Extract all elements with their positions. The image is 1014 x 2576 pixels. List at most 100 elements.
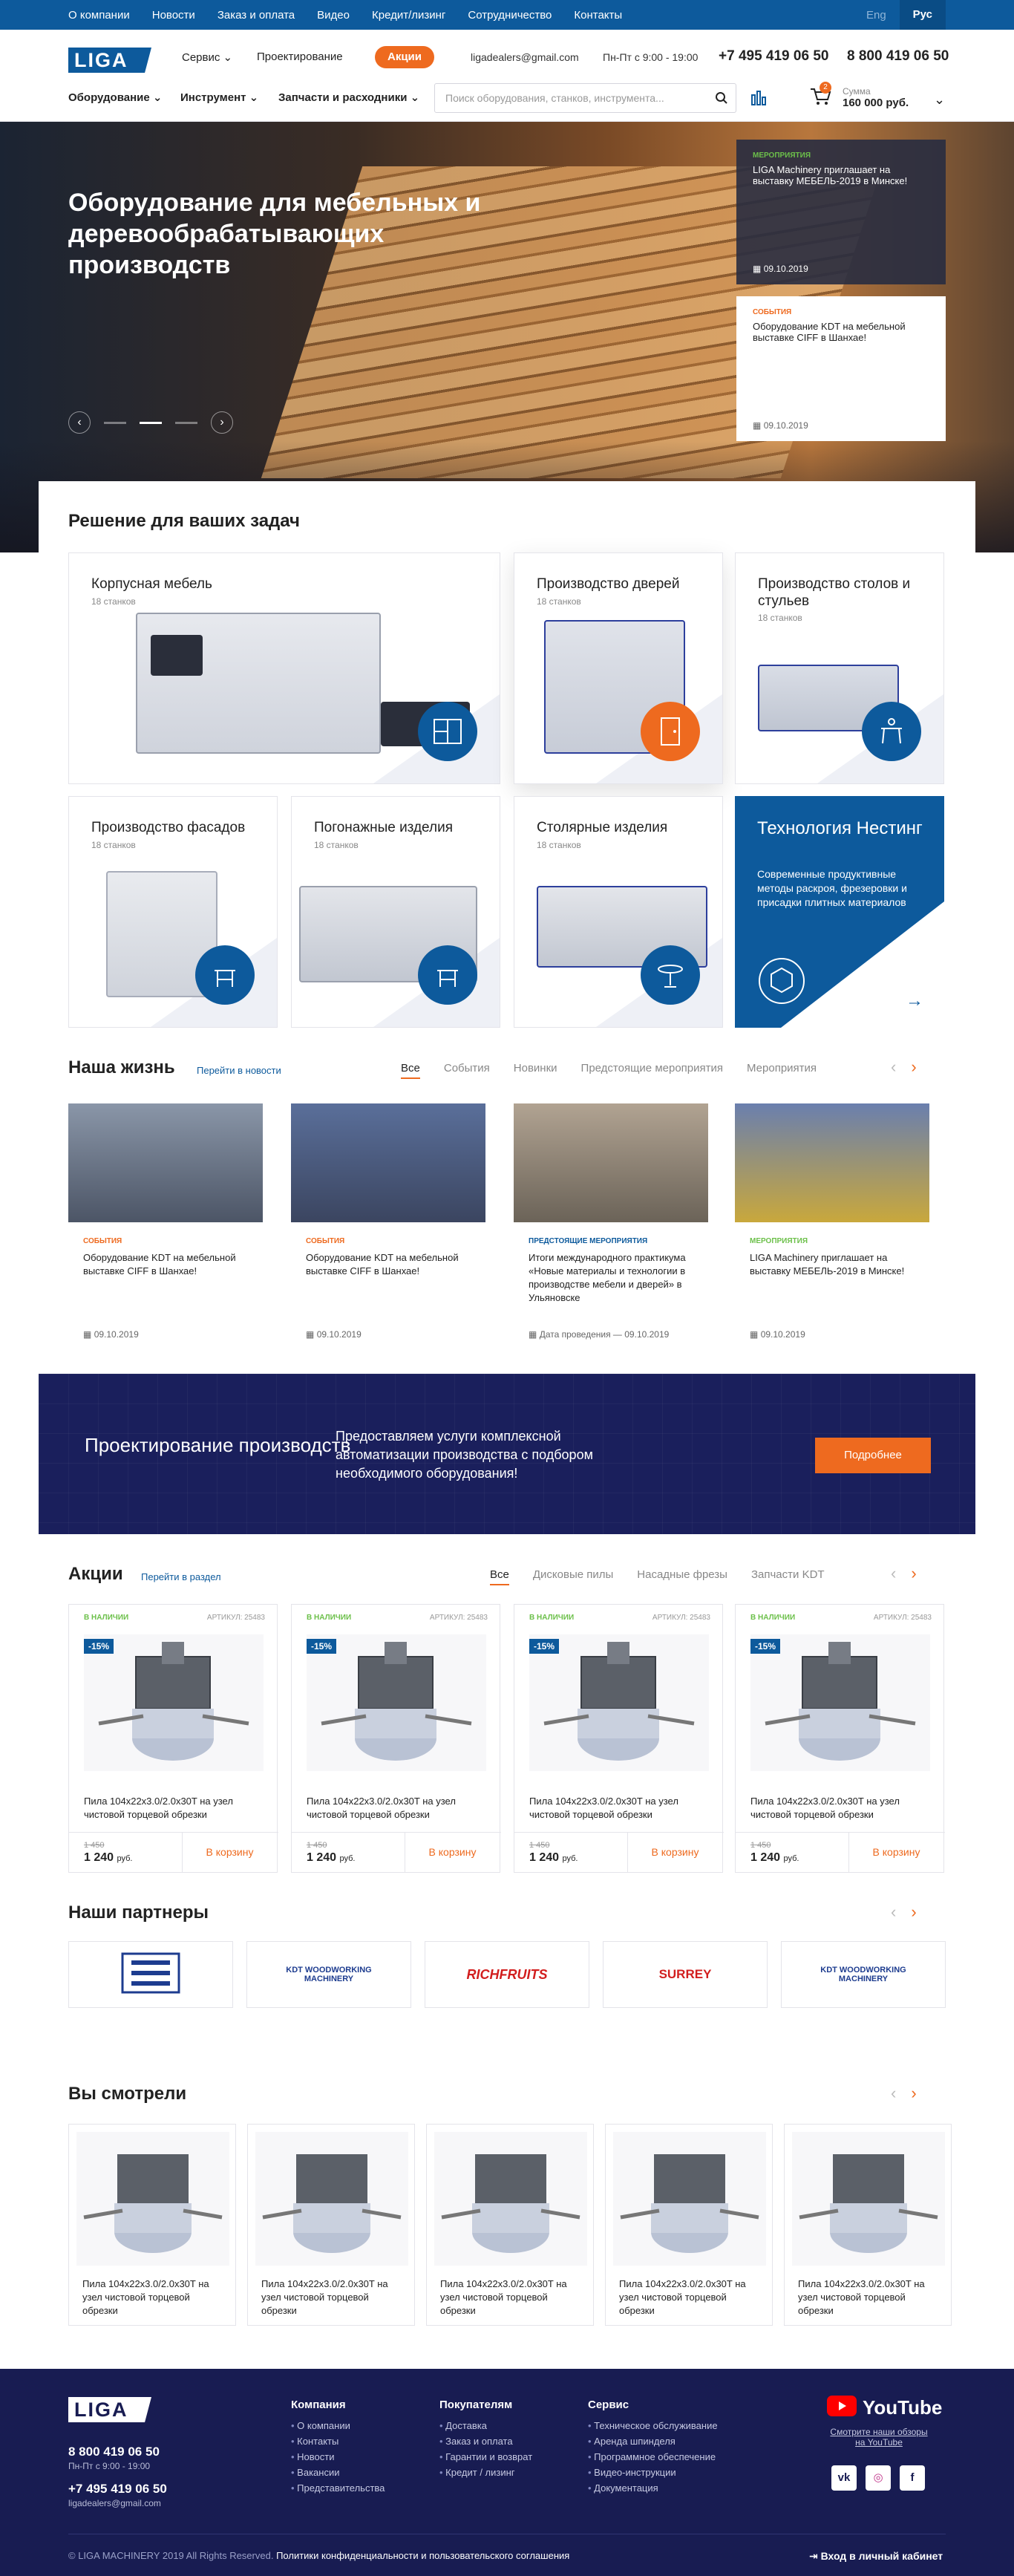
top-link-video[interactable]: Видео (317, 9, 350, 22)
slider-next-button[interactable]: › (211, 411, 233, 434)
nesting-tile[interactable]: Технология Нестинг Современные продуктив… (735, 796, 944, 1028)
tab-new[interactable]: Новинки (514, 1062, 557, 1079)
add-to-cart-button[interactable]: В корзину (405, 1832, 500, 1872)
add-to-cart-button[interactable]: В корзину (848, 1832, 943, 1872)
tab-all[interactable]: Все (490, 1568, 509, 1585)
prev-arrow-icon[interactable]: ‹ (891, 1057, 896, 1077)
product-card[interactable]: В НАЛИЧИИ АРТИКУЛ: 25483 -15% Пила 104x2… (68, 1604, 278, 1873)
promo-button[interactable]: Акции (375, 46, 434, 68)
footer-link[interactable]: О компании (291, 2420, 385, 2431)
footer-link[interactable]: Вакансии (291, 2467, 385, 2478)
news-card[interactable]: МЕРОПРИЯТИЯ LIGA Machinery приглашает на… (735, 1103, 929, 1344)
logo[interactable]: LIGA (68, 48, 151, 73)
search-icon[interactable] (715, 91, 728, 107)
top-link-about[interactable]: О компании (68, 9, 130, 22)
compare-icon[interactable] (750, 89, 768, 111)
next-arrow-icon[interactable]: › (911, 1564, 916, 1583)
footer-link[interactable]: Гарантии и возврат (439, 2451, 532, 2462)
tab-upcoming[interactable]: Предстоящие мероприятия (581, 1062, 723, 1079)
top-link-news[interactable]: Новости (152, 9, 195, 22)
footer-link[interactable]: Заказ и оплата (439, 2436, 532, 2447)
menu-equipment[interactable]: Оборудование ⌄ (68, 91, 162, 104)
partner-logo[interactable]: SURREY (603, 1941, 768, 2008)
sales-section-link[interactable]: Перейти в раздел (141, 1571, 221, 1582)
solution-card-facades[interactable]: Производство фасадов 18 станков (68, 796, 278, 1028)
next-arrow-icon[interactable]: › (911, 1902, 916, 1922)
youtube-text[interactable]: Смотрите наши обзоры на YouTube (827, 2427, 931, 2448)
cart-icon[interactable]: 2 (809, 82, 831, 111)
footer-phone-1[interactable]: 8 800 419 06 50 (68, 2445, 160, 2459)
menu-parts[interactable]: Запчасти и расходники ⌄ (278, 91, 419, 104)
footer-link[interactable]: Программное обеспечение (588, 2451, 718, 2462)
tab-circular-saws[interactable]: Дисковые пилы (533, 1568, 613, 1585)
footer-link[interactable]: Новости (291, 2451, 385, 2462)
chevron-down-icon[interactable]: ⌄ (934, 92, 945, 108)
footer-link[interactable]: Кредит / лизинг (439, 2467, 532, 2478)
footer-logo[interactable]: LIGA (68, 2397, 151, 2422)
top-link-partnership[interactable]: Сотрудничество (468, 9, 552, 22)
tab-events[interactable]: События (444, 1062, 490, 1079)
viewed-product-card[interactable]: Пила 104x22x3.0/2.0x30T на узел чистовой… (68, 2124, 236, 2326)
lang-rus[interactable]: Рус (899, 0, 946, 30)
add-to-cart-button[interactable]: В корзину (627, 1832, 722, 1872)
product-card[interactable]: В НАЛИЧИИ АРТИКУЛ: 25483 -15% Пила 104x2… (291, 1604, 501, 1873)
solution-card-tables[interactable]: Производство столов и стульев 18 станков (735, 552, 944, 784)
footer-link[interactable]: Доставка (439, 2420, 532, 2431)
life-news-link[interactable]: Перейти в новости (197, 1065, 281, 1076)
footer-link[interactable]: Видео-инструкции (588, 2467, 718, 2478)
lang-eng[interactable]: Eng (853, 9, 900, 22)
service-menu[interactable]: Сервис ⌄ (182, 50, 232, 64)
cabinet-login-link[interactable]: ⇥ Вход в личный кабинет (809, 2550, 943, 2563)
facebook-icon[interactable]: f (900, 2465, 925, 2491)
footer-phone-2[interactable]: +7 495 419 06 50 (68, 2482, 167, 2497)
partner-logo[interactable]: RICHFRUITS (425, 1941, 589, 2008)
slider-dot[interactable] (104, 421, 126, 424)
top-link-contacts[interactable]: Контакты (574, 9, 622, 22)
next-arrow-icon[interactable]: › (911, 2084, 916, 2103)
solution-card-cabinet[interactable]: Корпусная мебель 18 станков (68, 552, 500, 784)
tab-mounted-cutters[interactable]: Насадные фрезы (637, 1568, 727, 1585)
prev-arrow-icon[interactable]: ‹ (891, 1902, 896, 1922)
tab-all[interactable]: Все (401, 1062, 420, 1079)
solution-card-doors[interactable]: Производство дверей 18 станков (514, 552, 723, 784)
prev-arrow-icon[interactable]: ‹ (891, 1564, 896, 1583)
footer-link[interactable]: Техническое обслуживание (588, 2420, 717, 2431)
viewed-product-card[interactable]: Пила 104x22x3.0/2.0x30T на узел чистовой… (784, 2124, 952, 2326)
partner-logo[interactable] (68, 1941, 233, 2008)
hero-news-card[interactable]: СОБЫТИЯ Оборудование KDT на мебельной вы… (736, 296, 946, 441)
arrow-right-icon[interactable]: → (906, 991, 923, 1011)
design-link[interactable]: Проектирование (257, 50, 343, 63)
news-card[interactable]: СОБЫТИЯ Оборудование KDT на мебельной вы… (291, 1103, 485, 1344)
news-card[interactable]: СОБЫТИЯ Оборудование KDT на мебельной вы… (68, 1103, 263, 1344)
product-card[interactable]: В НАЛИЧИИ АРТИКУЛ: 25483 -15% Пила 104x2… (514, 1604, 724, 1873)
footer-link[interactable]: Аренда шпинделя (588, 2436, 718, 2447)
slider-dot-active[interactable] (140, 421, 162, 424)
header-phone-1[interactable]: +7 495 419 06 50 (719, 48, 828, 65)
menu-tools[interactable]: Инструмент ⌄ (180, 91, 258, 104)
viewed-product-card[interactable]: Пила 104x22x3.0/2.0x30T на узел чистовой… (426, 2124, 594, 2326)
tab-activities[interactable]: Мероприятия (747, 1062, 817, 1079)
privacy-link[interactable]: Политики конфиденциальности и пользовате… (276, 2550, 569, 2561)
solution-card-joinery[interactable]: Столярные изделия 18 станков (514, 796, 723, 1028)
tab-kdt-parts[interactable]: Запчасти KDT (751, 1568, 825, 1585)
partner-logo[interactable]: KDT WOODWORKING MACHINERY (781, 1941, 946, 2008)
partner-logo[interactable]: KDT WOODWORKING MACHINERY (246, 1941, 411, 2008)
slider-prev-button[interactable]: ‹ (68, 411, 91, 434)
instagram-icon[interactable]: ◎ (866, 2465, 891, 2491)
add-to-cart-button[interactable]: В корзину (182, 1832, 277, 1872)
top-link-order[interactable]: Заказ и оплата (217, 9, 295, 22)
youtube-link[interactable]: YouTube (827, 2396, 942, 2420)
header-email[interactable]: ligadealers@gmail.com (471, 51, 579, 63)
vk-icon[interactable]: vk (831, 2465, 857, 2491)
prev-arrow-icon[interactable]: ‹ (891, 2084, 896, 2103)
footer-link[interactable]: Документация (588, 2482, 718, 2494)
banner-more-button[interactable]: Подробнее (815, 1438, 931, 1473)
footer-email[interactable]: ligadealers@gmail.com (68, 2498, 161, 2508)
solution-card-moldings[interactable]: Погонажные изделия 18 станков (291, 796, 500, 1028)
viewed-product-card[interactable]: Пила 104x22x3.0/2.0x30T на узел чистовой… (247, 2124, 415, 2326)
slider-dot[interactable] (175, 421, 197, 424)
search-input[interactable]: Поиск оборудования, станков, инструмента… (434, 83, 736, 113)
news-card[interactable]: ПРЕДСТОЯЩИЕ МЕРОПРИЯТИЯ Итоги международ… (514, 1103, 708, 1344)
product-card[interactable]: В НАЛИЧИИ АРТИКУЛ: 25483 -15% Пила 104x2… (735, 1604, 945, 1873)
header-phone-2[interactable]: 8 800 419 06 50 (847, 48, 949, 65)
